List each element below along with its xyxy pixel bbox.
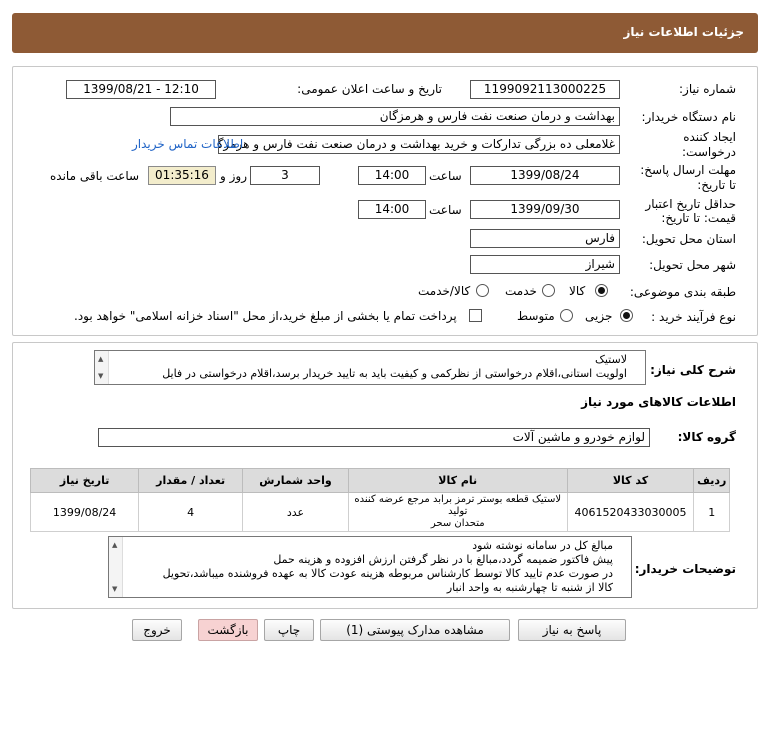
- row-unit: عدد: [241, 492, 349, 532]
- row-index: 1: [693, 492, 730, 532]
- scroll-down-icon[interactable]: ▼: [112, 582, 117, 596]
- col-qty: تعداد / مقدار: [138, 468, 243, 493]
- creator-label-2: درخواست:: [682, 145, 736, 159]
- buyer-org-label: نام دستگاه خریدار:: [641, 110, 737, 124]
- summary-label: شرح کلی نیاز:: [650, 363, 736, 377]
- buyer-notes-line-4: کالا از شنبه تا چهارشنبه به واحد انبار: [446, 581, 613, 594]
- buyer-notes-label: توضیحات خریدار:: [634, 562, 736, 576]
- col-index: ردیف: [693, 468, 730, 493]
- remaining-time-field: 01:35:16: [148, 166, 216, 185]
- col-code: کد کالا: [566, 468, 695, 493]
- goods-section-title: اطلاعات کالاهای مورد نیاز: [581, 395, 736, 409]
- page-header: جزئیات اطلاعات نیاز: [12, 13, 758, 53]
- treasury-payment-checkbox[interactable]: [469, 309, 482, 322]
- col-name: نام کالا: [347, 468, 568, 493]
- days-field: 3: [250, 166, 320, 185]
- remaining-label: ساعت باقی مانده: [50, 169, 140, 183]
- col-date: تاریخ نیاز: [29, 468, 140, 493]
- summary-textarea[interactable]: ▲ ▼ لاستیک اولویت استانی،اقلام درخواستی ا…: [94, 350, 646, 385]
- need-number-field: 1199092113000225: [470, 80, 620, 99]
- category-option-goods-service: کالا/خدمت: [418, 284, 471, 298]
- category-option-service: خدمت: [505, 284, 537, 298]
- row-code: 4061520433030005: [566, 492, 695, 532]
- buyer-notes-line-1: مبالغ کل در سامانه نوشته شود: [472, 539, 613, 552]
- category-label: طبقه بندی موضوعی:: [629, 285, 736, 299]
- buyer-notes-line-3: در صورت عدم تایید کالا توسط کارشناس مربو…: [162, 567, 613, 580]
- city-label: شهر محل تحویل:: [649, 258, 736, 272]
- page-title: جزئیات اطلاعات نیاز: [623, 25, 744, 39]
- scroll-up-icon[interactable]: ▲: [112, 538, 117, 552]
- category-radio-goods[interactable]: [595, 284, 608, 297]
- deadline-label-2: تا تاریخ:: [697, 178, 736, 192]
- validity-time-field: 14:00: [358, 200, 426, 219]
- goods-group-label: گروه کالا:: [677, 430, 736, 444]
- creator-label-1: ایجاد کننده: [683, 130, 736, 144]
- row-name-line-2: متحدان سحر: [430, 518, 485, 529]
- category-radio-service[interactable]: [542, 284, 555, 297]
- category-option-goods: کالا: [569, 284, 586, 298]
- province-field: فارس: [470, 229, 620, 248]
- row-qty: 4: [138, 492, 243, 532]
- city-field: شیراز: [470, 255, 620, 274]
- buyer-notes-line-2: پیش فاکتور ضمیمه گردد،مبالغ با در نظر گر…: [273, 553, 613, 566]
- deadline-time-label: ساعت: [429, 169, 462, 183]
- summary-scrollbar[interactable]: ▲ ▼: [95, 351, 109, 384]
- validity-label-1: حداقل تاریخ اعتبار: [645, 197, 736, 211]
- process-radio-medium[interactable]: [560, 309, 573, 322]
- validity-time-label: ساعت: [429, 203, 462, 217]
- payment-note: پرداخت تمام یا بخشی از مبلغ خرید،از محل …: [74, 309, 457, 323]
- exit-button[interactable]: خروج: [132, 619, 182, 641]
- validity-date-field: 1399/09/30: [470, 200, 620, 219]
- announce-label: تاریخ و ساعت اعلان عمومی:: [297, 82, 442, 96]
- creator-field: غلامعلی ده بزرگی تدارکات و خرید بهداشت و…: [218, 135, 620, 154]
- deadline-time-field: 14:00: [358, 166, 426, 185]
- buyer-notes-textarea[interactable]: ▲ ▼ مبالغ کل در سامانه نوشته شود پیش فاکت…: [108, 536, 632, 598]
- buyer-org-field: بهداشت و درمان صنعت نفت فارس و هرمزگان: [170, 107, 620, 126]
- buyer-notes-scrollbar[interactable]: ▲ ▼: [109, 537, 123, 597]
- process-label: نوع فرآیند خرید :: [651, 310, 736, 324]
- summary-line-2: اولویت استانی،اقلام درخواستی از نظرکمی و…: [162, 367, 627, 380]
- category-radio-goods-service[interactable]: [476, 284, 489, 297]
- reply-button[interactable]: پاسخ به نیاز: [518, 619, 626, 641]
- row-date: 1399/08/24: [29, 492, 140, 532]
- province-label: استان محل تحویل:: [641, 232, 736, 246]
- scroll-up-icon[interactable]: ▲: [98, 352, 103, 366]
- goods-table: ردیف کد کالا نام کالا واحد شمارش تعداد /…: [29, 468, 730, 532]
- contact-buyer-link[interactable]: اطلاعات تماس خریدار: [132, 137, 243, 151]
- goods-table-header: ردیف کد کالا نام کالا واحد شمارش تعداد /…: [29, 468, 730, 493]
- attachments-button[interactable]: مشاهده مدارک پیوستی (1): [320, 619, 510, 641]
- back-button[interactable]: بازگشت: [198, 619, 258, 641]
- scroll-down-icon[interactable]: ▼: [98, 369, 103, 383]
- col-unit: واحد شمارش: [241, 468, 349, 493]
- need-number-label: شماره نیاز:: [679, 82, 736, 96]
- deadline-date-field: 1399/08/24: [470, 166, 620, 185]
- process-option-medium: متوسط: [517, 309, 555, 323]
- announce-field: 1399/08/21 - 12:10: [66, 80, 216, 99]
- days-label: روز و: [220, 169, 247, 183]
- process-radio-minor[interactable]: [620, 309, 633, 322]
- validity-label-2: قیمت: تا تاریخ:: [661, 211, 736, 225]
- table-row: 1 4061520433030005 لاستیک قطعه بوستر ترم…: [29, 492, 730, 532]
- row-name-line-1: لاستیک قطعه بوستر ترمز برابد مرجع عرضه ک…: [354, 494, 562, 517]
- row-name: لاستیک قطعه بوستر ترمز برابد مرجع عرضه ک…: [347, 492, 568, 532]
- summary-line-1: لاستیک: [595, 353, 627, 366]
- goods-group-field: لوازم خودرو و ماشین آلات: [98, 428, 650, 447]
- deadline-label-1: مهلت ارسال پاسخ:: [640, 163, 736, 177]
- process-option-minor: جزیی: [585, 309, 613, 323]
- print-button[interactable]: چاپ: [264, 619, 314, 641]
